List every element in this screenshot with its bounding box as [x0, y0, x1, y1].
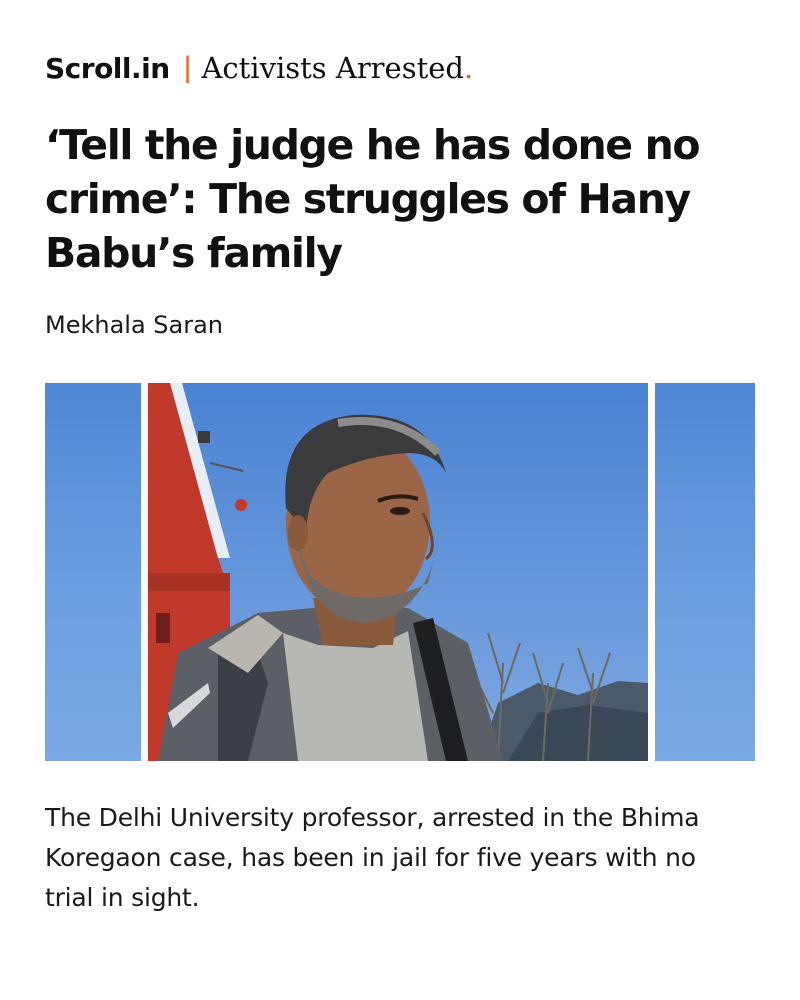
article-dek: The Delhi University professor, arrested…: [45, 803, 700, 912]
masthead-separator: |: [183, 51, 192, 84]
article-author[interactable]: Mekhala Saran: [45, 311, 223, 339]
article-headline[interactable]: ‘Tell the judge he has done no crime’: T…: [45, 118, 765, 280]
photo-side-panel-left: [45, 383, 141, 761]
section-label[interactable]: Activists Arrested: [201, 51, 464, 85]
photo-side-panel-right: [655, 383, 755, 761]
section-dot: .: [463, 51, 474, 85]
scroll-logo[interactable]: Scroll.in: [45, 52, 170, 85]
article-photo[interactable]: [148, 383, 648, 761]
masthead: Scroll.in | Activists Arrested.: [45, 48, 473, 88]
